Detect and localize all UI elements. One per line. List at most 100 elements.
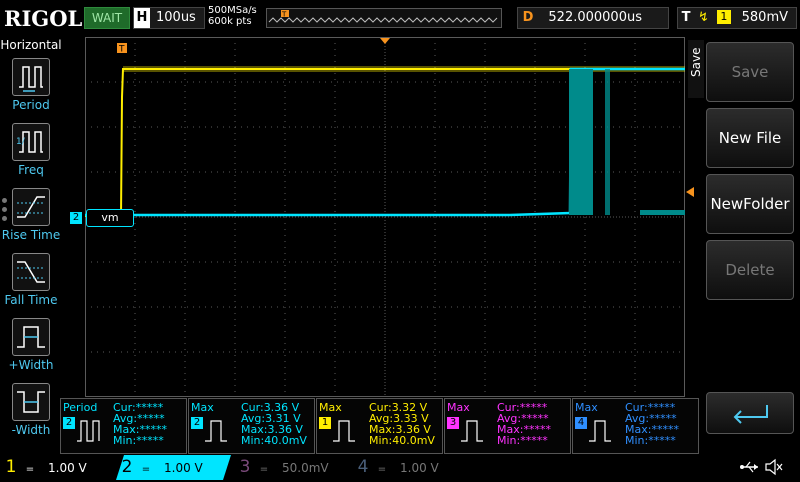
- measurement-panel-1[interactable]: Period 2 Cur:***** Avg:***** Max:***** Min:…: [60, 398, 187, 454]
- measurement-3-values: Cur:3.32 V Avg:3.33 V Max:3.36 V Min:40.0mV: [369, 401, 435, 447]
- trigger-level-value: 580mV: [741, 10, 788, 25]
- horizontal-center-marker: [380, 38, 390, 44]
- measurement-1-title: Period: [63, 401, 98, 414]
- period-icon: [12, 58, 50, 96]
- timebase-value: 100us: [156, 10, 196, 25]
- max-icon: [333, 420, 355, 442]
- horizontal-label: H: [134, 8, 150, 28]
- enter-return-icon: [733, 405, 768, 424]
- rise-time-icon: [12, 188, 50, 226]
- max-icon: [205, 420, 227, 442]
- overview-trigger-marker: T: [281, 11, 287, 19]
- run-status-badge[interactable]: WAIT: [84, 7, 130, 29]
- save-button[interactable]: Save: [706, 42, 794, 102]
- measurement-4-channel: 3: [447, 417, 459, 429]
- usb-icon: [740, 461, 758, 473]
- measurement-2-channel: 2: [191, 417, 203, 429]
- channel-4-number: 4: [357, 457, 369, 477]
- trigger-level-marker[interactable]: [686, 187, 694, 197]
- channel-4-scale: 1.00 V: [400, 461, 439, 475]
- delay-value: 522.000000us: [548, 10, 642, 25]
- channel-2-offset-marker[interactable]: 2: [70, 212, 82, 224]
- graticule: [85, 37, 685, 397]
- trigger-edge-icon: ↯: [698, 10, 709, 25]
- menu-side-label: Save: [689, 47, 703, 77]
- frequency-icon: 1/: [12, 123, 50, 161]
- measure-negative-width-item[interactable]: -Width: [0, 383, 62, 437]
- new-folder-button[interactable]: NewFolder: [706, 174, 794, 234]
- panel-title: Horizontal: [0, 38, 62, 52]
- channel-1-number: 1: [5, 457, 17, 477]
- channel-1-scale: 1.00 V: [48, 461, 87, 475]
- channel-3-status[interactable]: 3 = 50.0mV: [234, 455, 349, 480]
- memory-overview-bar[interactable]: T: [266, 8, 502, 28]
- rigol-logo: RIGOL: [4, 6, 83, 31]
- measurement-4-values: Cur:***** Avg:***** Max:***** Min:*****: [497, 401, 551, 447]
- channel-2-burst: [569, 69, 593, 215]
- channel-2-status[interactable]: 2 = 1.00 V: [116, 455, 231, 480]
- measurement-5-values: Cur:***** Avg:***** Max:***** Min:*****: [625, 401, 679, 447]
- waveform-display[interactable]: T: [85, 37, 685, 397]
- measurement-2-title: Max: [191, 401, 214, 414]
- measure-frequency-label: Freq: [18, 163, 44, 177]
- svg-text:T: T: [118, 45, 125, 55]
- new-file-button[interactable]: New File: [706, 108, 794, 168]
- measure-rise-time-label: Rise Time: [1, 228, 61, 242]
- channel-2-burst-2: [605, 69, 610, 215]
- memory-depth: 600k pts: [208, 16, 252, 27]
- measure-negative-width-label: -Width: [11, 423, 51, 437]
- negative-width-icon: [12, 383, 50, 421]
- measure-period-label: Period: [12, 98, 50, 112]
- measure-positive-width-item[interactable]: +Width: [0, 318, 62, 372]
- top-status-bar: RIGOL WAIT H 100us 500MSa/s 600k pts T D …: [0, 0, 800, 36]
- fall-time-icon: [12, 253, 50, 291]
- channel-2-label-tag[interactable]: vm: [86, 209, 134, 227]
- svg-text:1/: 1/: [16, 137, 26, 147]
- channel-1-status[interactable]: 1 = 1.00 V: [0, 455, 115, 480]
- channel-3-scale: 50.0mV: [282, 461, 329, 475]
- channel-2-scale: 1.00 V: [164, 461, 203, 475]
- menu-side-tab: Save: [688, 40, 704, 98]
- delay-label: D: [522, 10, 534, 25]
- timebase-indicator[interactable]: H 100us: [133, 7, 205, 29]
- channel-3-number: 3: [239, 457, 251, 477]
- max-icon: [589, 420, 611, 442]
- acquisition-info: 500MSa/s 600k pts: [208, 5, 257, 27]
- overview-waveform: T: [268, 10, 498, 23]
- positive-width-icon: [12, 318, 50, 356]
- measurement-4-title: Max: [447, 401, 470, 414]
- speaker-muted-icon[interactable]: [764, 458, 784, 476]
- measure-rise-time-item[interactable]: Rise Time: [0, 188, 62, 242]
- trigger-indicator[interactable]: T ↯ 1 580mV: [677, 7, 797, 29]
- measurement-3-title: Max: [319, 401, 342, 414]
- measurement-5-channel: 4: [575, 417, 587, 429]
- measurement-2-values: Cur:3.36 V Avg:3.31 V Max:3.36 V Min:40.0mV: [241, 401, 307, 447]
- channel-2-tail: [640, 210, 685, 215]
- measure-frequency-item[interactable]: 1/ Freq: [0, 123, 62, 177]
- measurement-panel-4[interactable]: Max 3 Cur:***** Avg:***** Max:***** Min:***…: [444, 398, 571, 454]
- trigger-position-marker[interactable]: T: [117, 43, 127, 55]
- delete-button[interactable]: Delete: [706, 240, 794, 300]
- measurement-panel-3[interactable]: Max 1 Cur:3.32 V Avg:3.33 V Max:3.36 V Min:…: [316, 398, 443, 454]
- period-icon: [77, 420, 100, 442]
- measure-period-item[interactable]: Period: [0, 58, 62, 112]
- dc-coupling-icon: =: [377, 464, 387, 475]
- measure-positive-width-label: +Width: [8, 358, 54, 372]
- dc-coupling-icon: =: [141, 464, 151, 475]
- measurement-panel-5[interactable]: Max 4 Cur:***** Avg:***** Max:***** Min:***…: [572, 398, 699, 454]
- max-icon: [461, 420, 483, 442]
- measurement-5-title: Max: [575, 401, 598, 414]
- enter-button[interactable]: [706, 392, 794, 434]
- channel-4-status[interactable]: 4 = 1.00 V: [352, 455, 467, 480]
- measure-fall-time-item[interactable]: Fall Time: [0, 253, 62, 307]
- measurement-1-channel: 2: [63, 417, 75, 429]
- measurement-3-channel: 1: [319, 417, 331, 429]
- trigger-label: T: [681, 10, 691, 25]
- measure-fall-time-label: Fall Time: [4, 293, 58, 307]
- measurement-panel-2[interactable]: Max 2 Cur:3.36 V Avg:3.31 V Max:3.36 V Min:…: [188, 398, 315, 454]
- trigger-delay-indicator[interactable]: D 522.000000us: [517, 7, 669, 29]
- sample-rate: 500MSa/s: [208, 5, 257, 16]
- measurement-1-values: Cur:***** Avg:***** Max:***** Min:*****: [113, 401, 167, 447]
- trigger-source-badge: 1: [716, 10, 731, 24]
- dc-coupling-icon: =: [25, 464, 35, 475]
